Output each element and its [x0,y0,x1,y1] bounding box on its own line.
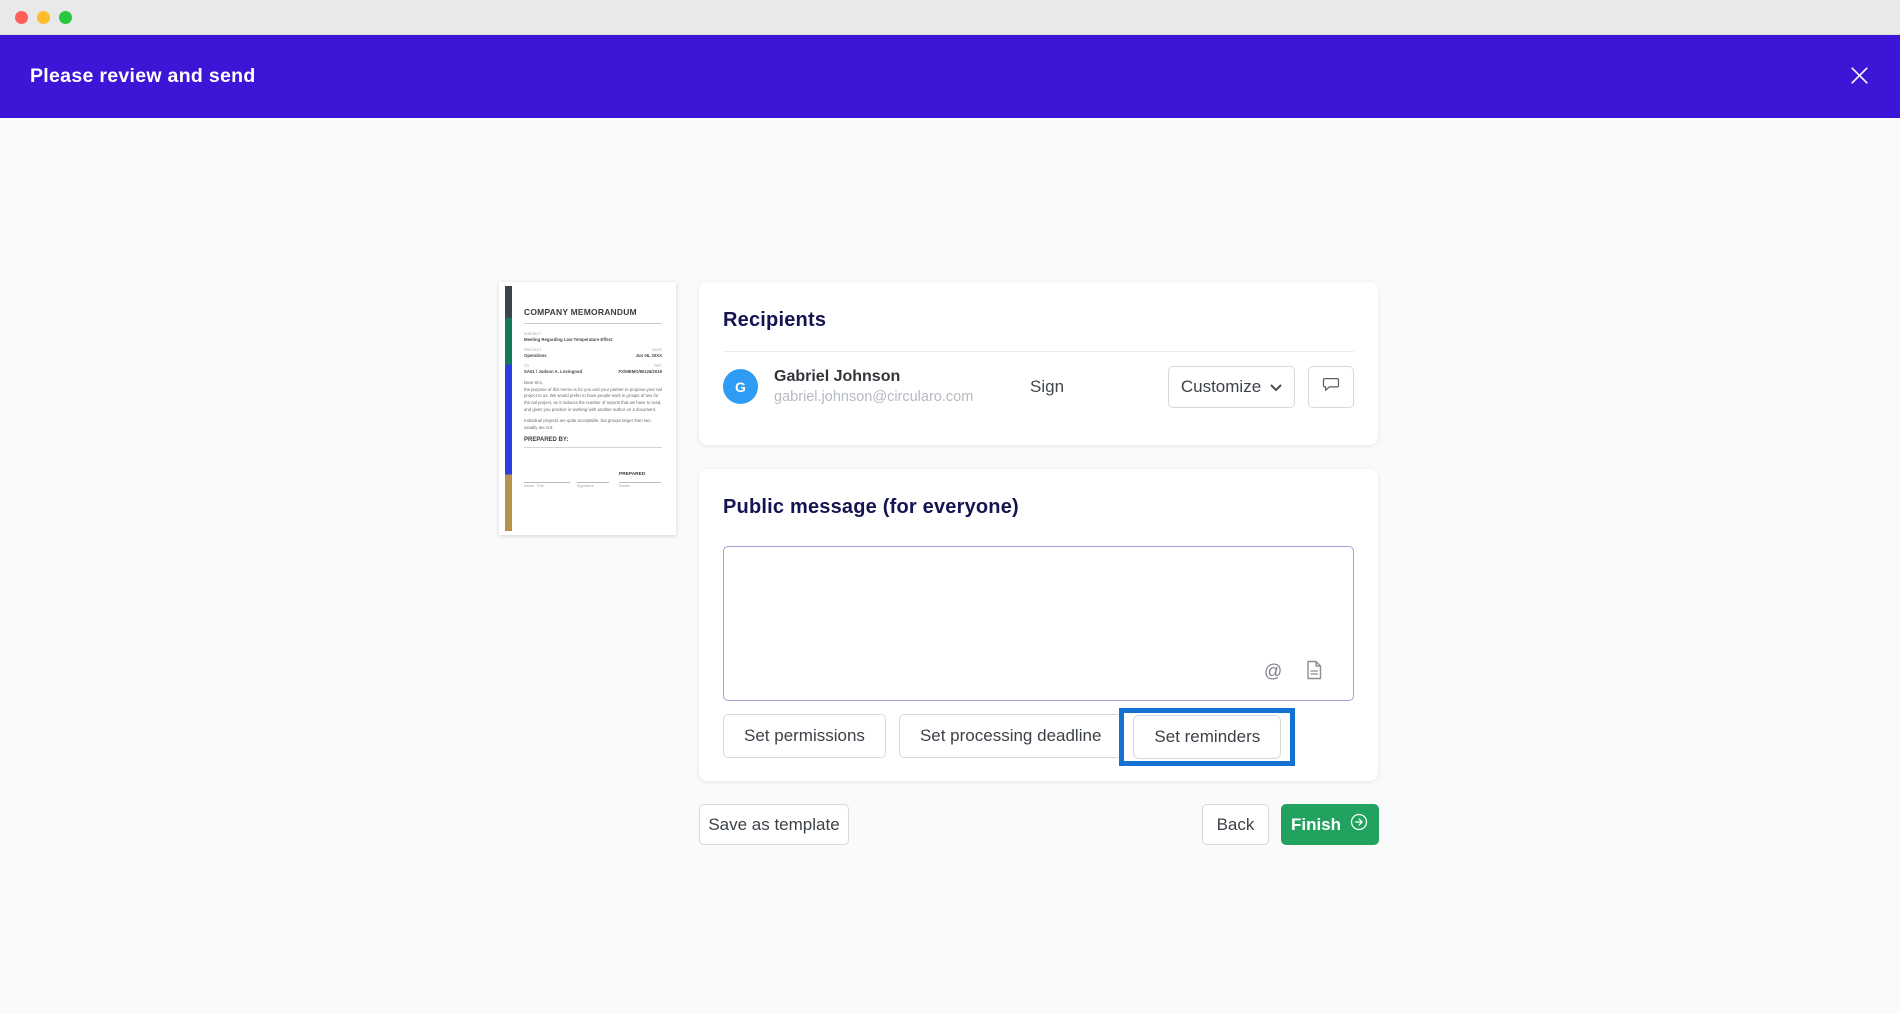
finish-button[interactable]: Finish [1281,804,1379,845]
doc-date-label: DATE [635,348,662,352]
back-button[interactable]: Back [1202,804,1269,845]
doc-to-value: SA01 / Judson A. Lovingood [524,369,582,374]
doc-sig-col: Status [619,484,661,488]
avatar: G [723,369,758,404]
doc-project-value: Operations [524,353,547,358]
set-permissions-button[interactable]: Set permissions [723,714,886,758]
set-processing-deadline-button[interactable]: Set processing deadline [899,714,1122,758]
set-reminders-button[interactable]: Set reminders [1133,715,1281,759]
document-preview-content: COMPANY MEMORANDUM SUBJECT Meeting Regar… [524,307,662,496]
doc-date-value: Jun 06, 20XX [635,353,662,358]
close-button[interactable] [1842,60,1876,94]
doc-ref-value: FX/MEMO/IB126/2019 [619,369,662,374]
window-minimize-button[interactable] [37,11,50,24]
recipients-title: Recipients [723,282,1354,351]
doc-project-label: PROJECT [524,348,547,352]
dialog-body: COMPANY MEMORANDUM SUBJECT Meeting Regar… [0,118,1900,1014]
doc-ref-label: REF [619,364,662,368]
doc-signature-area: PREPARED Name, Title Signature Status [524,474,662,496]
save-as-template-button[interactable]: Save as template [699,804,849,845]
doc-sig-col: Name, Title [524,484,570,488]
message-options: Set permissions Set processing deadline … [723,714,1295,766]
customize-label: Customize [1181,377,1261,397]
public-message-input[interactable] [723,546,1354,701]
set-reminders-highlight-box: Set reminders [1119,708,1295,766]
finish-label: Finish [1291,815,1341,835]
doc-salutation: Dear Sirs, [524,380,662,387]
recipient-email: gabriel.johnson@circularo.com [774,389,973,405]
document-cover-stripe [505,286,512,531]
window-titlebar [0,0,1900,35]
recipients-card: Recipients G Gabriel Johnson gabriel.joh… [699,282,1378,445]
chevron-down-icon [1270,377,1282,397]
doc-to-label: TO [524,364,582,368]
doc-paragraph: the purpose of this memo is for you and … [524,387,662,414]
recipient-role-label: Sign [1030,377,1064,397]
recipient-row: G Gabriel Johnson gabriel.johnson@circul… [723,352,1354,421]
arrow-right-circle-icon [1349,812,1369,837]
doc-paragraph: Individual projects are quite acceptable… [524,418,662,431]
public-message-title: Public message (for everyone) [699,469,1378,519]
attach-document-icon[interactable] [1306,660,1323,683]
doc-prepared-by: PREPARED BY: [524,437,662,443]
doc-sig-col: Signature [577,484,609,488]
doc-subject-value: Meeting Regarding Low Temperature Effect [524,337,662,342]
window-zoom-button[interactable] [59,11,72,24]
document-title: COMPANY MEMORANDUM [524,307,662,317]
close-icon [1849,65,1870,89]
private-message-button[interactable] [1308,366,1354,408]
doc-subject-label: SUBJECT [524,332,662,336]
mention-icon[interactable]: @ [1264,661,1282,682]
customize-button[interactable]: Customize [1168,366,1295,408]
comment-icon [1321,374,1341,399]
recipient-name: Gabriel Johnson [774,368,973,386]
doc-prepared-heading: PREPARED [619,472,645,477]
page-title: Please review and send [30,65,256,88]
document-thumbnail[interactable]: COMPANY MEMORANDUM SUBJECT Meeting Regar… [499,282,676,535]
dialog-header: Please review and send [0,35,1900,118]
window-close-button[interactable] [15,11,28,24]
public-message-card: Public message (for everyone) @ Set perm… [699,469,1378,781]
